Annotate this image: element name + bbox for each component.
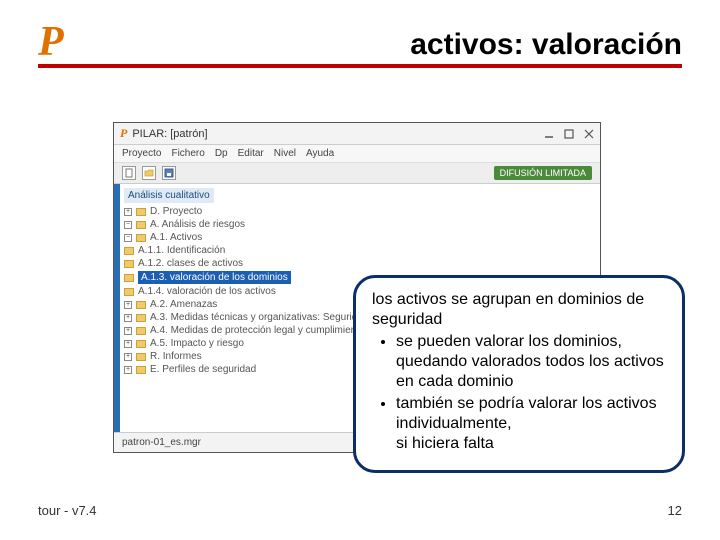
menu-editar[interactable]: Editar [238, 148, 264, 159]
tree-label: E. Perfiles de seguridad [150, 364, 256, 375]
toggle-icon[interactable]: + [124, 366, 132, 374]
window-title: PILAR: [patrón] [132, 128, 207, 140]
open-icon[interactable] [142, 166, 156, 180]
toolbar: DIFUSIÓN LIMITADA [114, 163, 600, 184]
folder-icon [136, 221, 146, 229]
menu-nivel[interactable]: Nivel [274, 148, 296, 159]
diffusion-badge: DIFUSIÓN LIMITADA [494, 166, 592, 180]
folder-icon [136, 340, 146, 348]
menu-proyecto[interactable]: Proyecto [122, 148, 161, 159]
callout: los activos se agrupan en dominios de se… [353, 275, 685, 473]
callout-lead: los activos se agrupan en dominios de se… [372, 290, 666, 330]
folder-icon [124, 288, 134, 296]
folder-icon [136, 366, 146, 374]
new-icon[interactable] [122, 166, 136, 180]
toggle-icon[interactable]: + [124, 314, 132, 322]
callout-text: si hiciera falta [396, 435, 494, 452]
close-icon[interactable] [584, 129, 594, 139]
minimize-icon[interactable] [544, 129, 554, 139]
tree-item-d-proyecto[interactable]: + D. Proyecto [124, 205, 594, 218]
folder-icon [136, 208, 146, 216]
toggle-icon[interactable]: + [124, 327, 132, 335]
menu-ayuda[interactable]: Ayuda [306, 148, 334, 159]
maximize-icon[interactable] [564, 129, 574, 139]
tree-label: A.5. Impacto y riesgo [150, 338, 244, 349]
callout-bullet-1: se pueden valorar los dominios, quedando… [396, 332, 666, 392]
folder-icon [124, 247, 134, 255]
tree-item-a11[interactable]: A.1.1. Identificación [124, 244, 594, 257]
callout-text: se pueden valorar los dominios, quedando… [396, 333, 664, 390]
menu-fichero[interactable]: Fichero [171, 148, 204, 159]
titlebar: P PILAR: [patrón] [114, 123, 600, 145]
tree-label: R. Informes [150, 351, 202, 362]
menu-dp[interactable]: Dp [215, 148, 228, 159]
tree-item-a-analisis[interactable]: − A. Análisis de riesgos [124, 218, 594, 231]
divider [38, 64, 682, 68]
save-icon[interactable] [162, 166, 176, 180]
tree-label: A.1. Activos [150, 232, 202, 243]
toggle-icon[interactable]: + [124, 301, 132, 309]
toggle-icon[interactable]: − [124, 234, 132, 242]
tree-label: A.4. Medidas de protección legal y cumpl… [150, 325, 386, 336]
folder-icon [124, 260, 134, 268]
tree-label: A.3. Medidas técnicas y organizativas: S… [150, 312, 382, 323]
toggle-icon[interactable]: − [124, 221, 132, 229]
tree-item-a12[interactable]: A.1.2. clases de activos [124, 257, 594, 270]
toggle-icon[interactable]: + [124, 208, 132, 216]
tree-label: D. Proyecto [150, 206, 202, 217]
tree-label: A. Análisis de riesgos [150, 219, 245, 230]
tree-root[interactable]: Análisis cualitativo [124, 188, 214, 203]
folder-icon [124, 274, 134, 282]
folder-icon [136, 314, 146, 322]
page-title: activos: valoración [410, 28, 682, 62]
page-number: 12 [668, 503, 682, 518]
toggle-icon[interactable]: + [124, 340, 132, 348]
folder-icon [136, 301, 146, 309]
folder-icon [136, 327, 146, 335]
folder-icon [136, 234, 146, 242]
footer-left: tour - v7.4 [38, 503, 97, 518]
tree-label: A.1.4. valoración de los activos [138, 286, 276, 297]
toggle-icon[interactable]: + [124, 353, 132, 361]
tree-item-a1[interactable]: − A.1. Activos [124, 231, 594, 244]
menubar: Proyecto Fichero Dp Editar Nivel Ayuda [114, 145, 600, 163]
folder-icon [136, 353, 146, 361]
tree-label-selected: A.1.3. valoración de los dominios [138, 271, 291, 284]
tree-label: A.1.2. clases de activos [138, 258, 243, 269]
tree-label: A.2. Amenazas [150, 299, 217, 310]
app-icon: P [120, 126, 127, 141]
logo: P P [38, 18, 64, 66]
callout-text: también se podría valorar los activos in… [396, 395, 657, 432]
callout-bullet-2: también se podría valorar los activos in… [396, 394, 666, 454]
tree-label: A.1.1. Identificación [138, 245, 225, 256]
